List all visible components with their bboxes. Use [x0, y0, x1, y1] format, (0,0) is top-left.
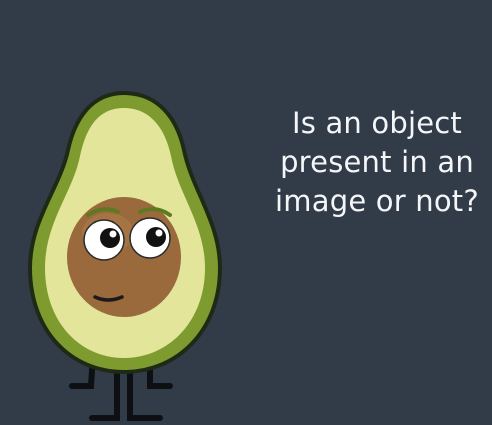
- right-eye: [129, 217, 171, 259]
- avocado-pit: [67, 197, 181, 317]
- caption-line-3: image or not?: [275, 184, 479, 218]
- caption-line-1: Is an object: [291, 106, 462, 140]
- caption-line-2: present in an: [280, 145, 474, 179]
- caption-question: Is an object present in an image or not?: [270, 104, 484, 221]
- left-eye: [83, 219, 125, 261]
- video-frame: Is an object present in an image or not?: [0, 0, 492, 425]
